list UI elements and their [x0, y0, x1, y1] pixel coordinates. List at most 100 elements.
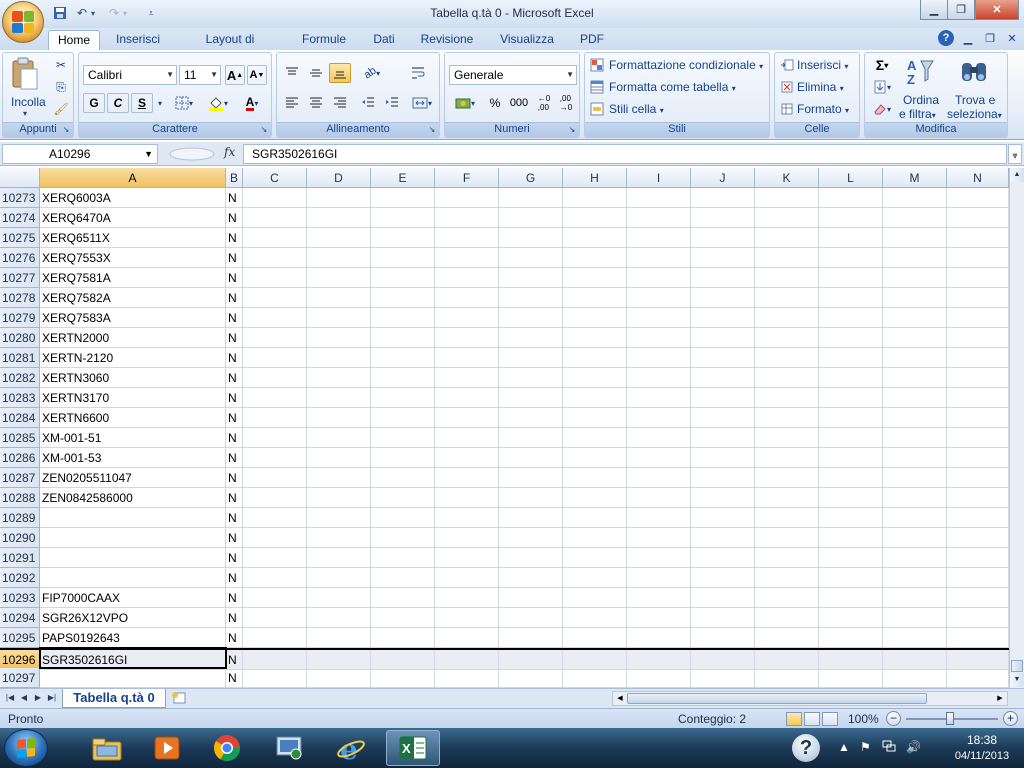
alignment-launcher-icon[interactable]: ↘ — [427, 125, 437, 135]
cell-g[interactable] — [499, 388, 563, 408]
cell-n[interactable] — [947, 548, 1009, 568]
cell-n[interactable] — [947, 628, 1009, 648]
cell-i[interactable] — [627, 468, 691, 488]
cell-n[interactable] — [947, 388, 1009, 408]
cell-b[interactable]: N — [226, 328, 243, 348]
italic-button[interactable]: C — [107, 93, 129, 113]
row-header[interactable]: 10283 — [0, 388, 40, 408]
cell-i[interactable] — [627, 488, 691, 508]
cell-d[interactable] — [307, 208, 371, 228]
cell-k[interactable] — [755, 228, 819, 248]
row-header[interactable]: 10281 — [0, 348, 40, 368]
tab-view[interactable]: Visualizza — [494, 30, 560, 50]
cell-h[interactable] — [563, 650, 627, 670]
cell-n[interactable] — [947, 448, 1009, 468]
cell-g[interactable] — [499, 248, 563, 268]
cell-d[interactable] — [307, 528, 371, 548]
page-layout-view-icon[interactable] — [804, 712, 820, 726]
cell-n[interactable] — [947, 528, 1009, 548]
cell-d[interactable] — [307, 548, 371, 568]
cell-i[interactable] — [627, 348, 691, 368]
cell-n[interactable] — [947, 328, 1009, 348]
row-header[interactable]: 10282 — [0, 368, 40, 388]
cell-h[interactable] — [563, 428, 627, 448]
table-row[interactable]: 10291 N — [0, 548, 1009, 568]
cell-c[interactable] — [243, 188, 307, 208]
cell-j[interactable] — [691, 388, 755, 408]
font-name-dropdown-icon[interactable]: ▼ — [166, 66, 174, 84]
cell-m[interactable] — [883, 588, 947, 608]
cell-b[interactable]: N — [226, 288, 243, 308]
cell-i[interactable] — [627, 668, 691, 688]
cell-a[interactable]: XERTN-2120 — [40, 348, 226, 368]
cell-m[interactable] — [883, 288, 947, 308]
internet-explorer-taskbar-icon[interactable]: e — [324, 730, 378, 766]
cell-c[interactable] — [243, 268, 307, 288]
cell-n[interactable] — [947, 488, 1009, 508]
sheet-tab[interactable]: Tabella q.tà 0 — [62, 689, 166, 708]
cell-g[interactable] — [499, 468, 563, 488]
row-header[interactable]: 10273 — [0, 188, 40, 208]
cell-j[interactable] — [691, 208, 755, 228]
cell-b[interactable]: N — [226, 188, 243, 208]
cell-b[interactable]: N — [226, 628, 243, 648]
cell-h[interactable] — [563, 288, 627, 308]
cell-m[interactable] — [883, 508, 947, 528]
cell-j[interactable] — [691, 650, 755, 670]
cell-l[interactable] — [819, 588, 883, 608]
cell-g[interactable] — [499, 288, 563, 308]
table-row[interactable]: 10276 XERQ7553X N — [0, 248, 1009, 268]
cell-g[interactable] — [499, 328, 563, 348]
cell-c[interactable] — [243, 428, 307, 448]
cell-b[interactable]: N — [226, 528, 243, 548]
row-header[interactable]: 10279 — [0, 308, 40, 328]
cell-b[interactable]: N — [226, 348, 243, 368]
cell-f[interactable] — [435, 408, 499, 428]
cell-i[interactable] — [627, 548, 691, 568]
cell-i[interactable] — [627, 528, 691, 548]
cell-j[interactable] — [691, 608, 755, 628]
cell-i[interactable] — [627, 650, 691, 670]
cell-f[interactable] — [435, 468, 499, 488]
conditional-formatting-icon[interactable] — [589, 55, 605, 75]
cell-f[interactable] — [435, 368, 499, 388]
cell-d[interactable] — [307, 228, 371, 248]
cell-k[interactable] — [755, 208, 819, 228]
cell-f[interactable] — [435, 388, 499, 408]
cell-b[interactable]: N — [226, 568, 243, 588]
cell-m[interactable] — [883, 650, 947, 670]
column-header-i[interactable]: I — [627, 168, 691, 188]
cell-a[interactable]: XM-001-51 — [40, 428, 226, 448]
column-header-d[interactable]: D — [307, 168, 371, 188]
font-size-dropdown-icon[interactable]: ▼ — [210, 66, 218, 84]
cell-g[interactable] — [499, 528, 563, 548]
cell-n[interactable] — [947, 368, 1009, 388]
cell-f[interactable] — [435, 588, 499, 608]
cell-j[interactable] — [691, 468, 755, 488]
table-row[interactable]: 10286 XM-001-53 N — [0, 448, 1009, 468]
cell-d[interactable] — [307, 348, 371, 368]
cell-l[interactable] — [819, 188, 883, 208]
cell-j[interactable] — [691, 308, 755, 328]
fill-color-icon[interactable]: ▾ — [203, 93, 233, 113]
cell-j[interactable] — [691, 568, 755, 588]
cell-c[interactable] — [243, 208, 307, 228]
cell-n[interactable] — [947, 508, 1009, 528]
cell-l[interactable] — [819, 228, 883, 248]
cell-e[interactable] — [371, 428, 435, 448]
cell-k[interactable] — [755, 628, 819, 648]
cell-j[interactable] — [691, 328, 755, 348]
thousands-button[interactable]: 000 — [507, 93, 531, 113]
cell-n[interactable] — [947, 428, 1009, 448]
cell-f[interactable] — [435, 568, 499, 588]
sort-filter-label-1[interactable]: Ordina — [901, 93, 941, 107]
cell-j[interactable] — [691, 528, 755, 548]
format-painter-icon[interactable]: 🖌 — [51, 99, 71, 119]
cell-l[interactable] — [819, 388, 883, 408]
decrease-indent-icon[interactable] — [357, 93, 379, 113]
tab-insert[interactable]: Inserisci — [110, 30, 166, 50]
underline-button[interactable]: S — [131, 93, 153, 113]
cell-styles-button[interactable]: Stili cella ▾ — [609, 102, 664, 116]
cell-j[interactable] — [691, 248, 755, 268]
table-row[interactable]: 10283 XERTN3170 N — [0, 388, 1009, 408]
